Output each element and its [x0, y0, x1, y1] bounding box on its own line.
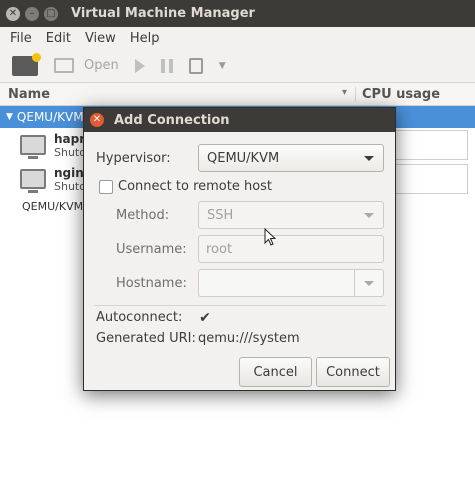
remote-host-checkbox[interactable] — [99, 179, 113, 194]
cancel-button[interactable]: Cancel — [239, 357, 312, 387]
window-minimize-button[interactable]: – — [25, 6, 39, 21]
open-label: Open — [84, 58, 119, 73]
dropdown-arrow-icon — [364, 213, 374, 218]
play-icon — [134, 58, 145, 73]
pause-button[interactable] — [160, 58, 173, 73]
window-title: Virtual Machine Manager — [71, 6, 255, 21]
cpu-graph — [392, 164, 468, 194]
generated-uri-value: qemu:///system — [198, 331, 300, 346]
shutdown-button[interactable] — [188, 57, 203, 74]
pause-icon — [160, 58, 173, 73]
dialog-close-button[interactable]: ✕ — [90, 113, 104, 127]
cpu-column-header[interactable]: CPU usage — [356, 87, 440, 102]
chevron-down-icon: ▼ — [218, 60, 226, 71]
connection-label: QEMU/KVM — [16, 110, 84, 124]
open-button[interactable]: Open — [54, 58, 119, 73]
dropdown-arrow-icon[interactable] — [364, 281, 374, 286]
toolbar: Open ▼ — [0, 49, 475, 83]
hypervisor-value: QEMU/KVM — [207, 150, 280, 166]
window-maximize-button[interactable]: □ — [44, 6, 58, 21]
new-vm-button[interactable] — [12, 52, 41, 76]
window-close-button[interactable]: ✕ — [6, 6, 20, 21]
new-vm-icon — [12, 52, 41, 76]
generated-uri-label: Generated URI: — [96, 331, 196, 346]
dialog-titlebar: ✕ Add Connection — [84, 108, 395, 132]
vm-monitor-icon — [20, 169, 46, 193]
menubar: File Edit View Help — [0, 27, 475, 49]
connection-label: QEMU/KVM — [22, 199, 84, 213]
username-label: Username: — [116, 241, 187, 257]
shutdown-icon — [188, 57, 203, 74]
autoconnect-label: Autoconnect: — [96, 310, 183, 325]
menu-file[interactable]: File — [10, 31, 32, 46]
name-column-label: Name — [8, 86, 51, 102]
expander-icon: ▼ — [6, 112, 13, 122]
menu-edit[interactable]: Edit — [46, 31, 71, 46]
method-value: SSH — [207, 207, 234, 223]
hostname-label: Hostname: — [116, 275, 187, 291]
name-column-header[interactable]: Name ▾ — [0, 86, 356, 102]
run-button[interactable] — [134, 58, 145, 73]
hypervisor-label: Hypervisor: — [96, 150, 171, 166]
vm-monitor-icon — [20, 135, 46, 159]
hostname-separator — [354, 270, 355, 296]
method-label: Method: — [116, 207, 170, 223]
menu-view[interactable]: View — [85, 31, 116, 46]
dialog-title: Add Connection — [114, 112, 230, 128]
dialog-divider — [94, 305, 386, 306]
username-field[interactable]: root — [198, 235, 384, 263]
shutdown-menu-button[interactable]: ▼ — [219, 61, 226, 71]
hypervisor-select[interactable]: QEMU/KVM — [198, 144, 384, 172]
add-connection-dialog: ✕ Add Connection Hypervisor: QEMU/KVM Co… — [83, 107, 396, 391]
hostname-field[interactable] — [198, 269, 384, 297]
monitor-icon — [54, 58, 74, 73]
window-titlebar: ✕ – □ Virtual Machine Manager — [0, 0, 475, 27]
sort-arrow-icon: ▾ — [341, 86, 347, 98]
cpu-graph — [392, 130, 468, 160]
dropdown-arrow-icon — [364, 156, 374, 161]
autoconnect-checkbox[interactable]: ✔ — [198, 311, 212, 325]
username-value: root — [206, 241, 233, 257]
list-header: Name ▾ CPU usage — [0, 83, 475, 106]
menu-help[interactable]: Help — [130, 31, 160, 46]
connect-button[interactable]: Connect — [316, 357, 390, 387]
method-select[interactable]: SSH — [198, 201, 384, 229]
remote-host-label: Connect to remote host — [118, 179, 273, 194]
